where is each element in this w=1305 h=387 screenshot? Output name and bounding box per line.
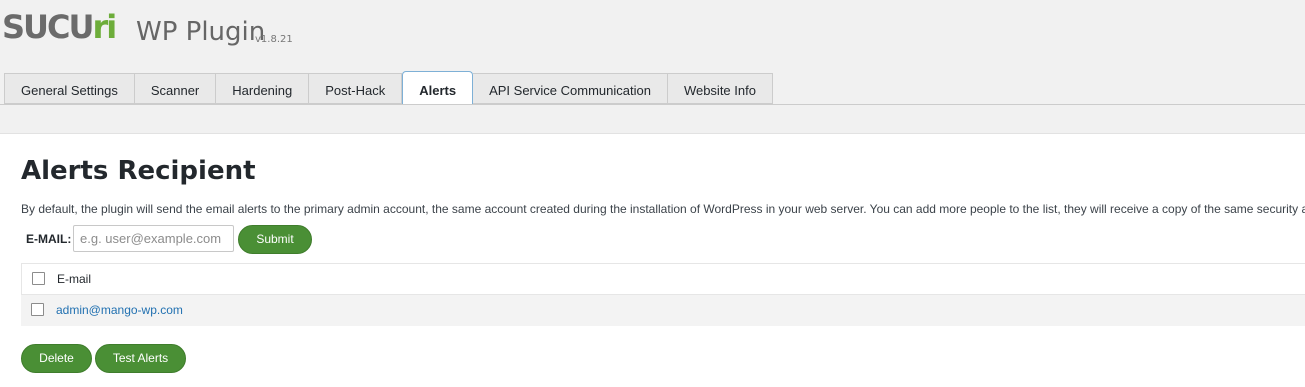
- recipients-table: E-mail admin@mango-wp.com: [21, 263, 1305, 326]
- tab-post-hack[interactable]: Post-Hack: [309, 73, 403, 104]
- tab-website-info[interactable]: Website Info: [667, 73, 773, 104]
- submit-button[interactable]: Submit: [238, 225, 312, 254]
- select-all-checkbox[interactable]: [32, 272, 45, 285]
- settings-tabs: General Settings Scanner Hardening Post-…: [4, 71, 773, 105]
- tab-api-service-communication[interactable]: API Service Communication: [473, 73, 668, 104]
- plugin-title: WP Plugin: [136, 17, 266, 47]
- row-checkbox[interactable]: [31, 303, 44, 316]
- tab-alerts[interactable]: Alerts: [402, 71, 474, 104]
- panel-description: By default, the plugin will send the ema…: [21, 202, 1305, 216]
- table-header-row: E-mail: [21, 263, 1305, 294]
- delete-button[interactable]: Delete: [21, 344, 92, 373]
- sucuri-logo: SUCUri: [2, 8, 117, 46]
- tab-general-settings[interactable]: General Settings: [4, 73, 135, 104]
- tabs-divider: [0, 104, 1305, 105]
- tab-hardening[interactable]: Hardening: [216, 73, 310, 104]
- email-input[interactable]: [73, 225, 234, 252]
- plugin-header: SUCUri WP Plugin v1.8.21: [0, 0, 1305, 60]
- test-alerts-button[interactable]: Test Alerts: [95, 344, 186, 373]
- tab-scanner[interactable]: Scanner: [134, 73, 217, 104]
- email-column-header: E-mail: [57, 272, 92, 286]
- table-row: admin@mango-wp.com: [21, 294, 1305, 326]
- email-label: E-MAIL:: [26, 232, 72, 246]
- recipient-email-link[interactable]: admin@mango-wp.com: [56, 303, 183, 317]
- alerts-recipient-panel: Alerts Recipient By default, the plugin …: [0, 133, 1305, 387]
- plugin-version: v1.8.21: [255, 34, 293, 45]
- panel-title: Alerts Recipient: [21, 156, 256, 186]
